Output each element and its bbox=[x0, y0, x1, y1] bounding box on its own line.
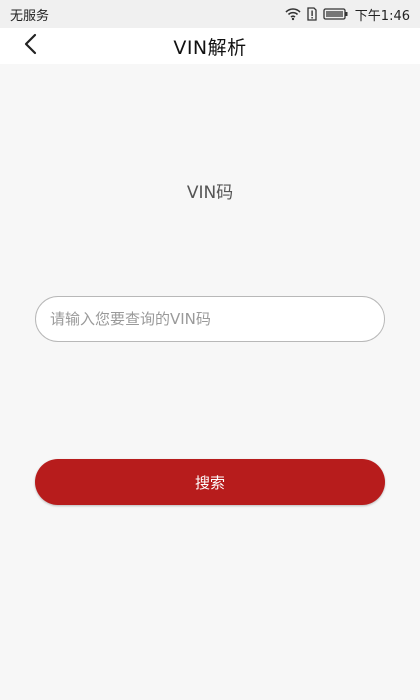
status-time: 下午1:46 bbox=[354, 8, 410, 24]
page-title: VIN解析 bbox=[173, 36, 247, 59]
vin-label: VIN码 bbox=[186, 183, 234, 203]
wifi-icon bbox=[285, 7, 301, 21]
search-button[interactable]: 搜索 bbox=[35, 459, 385, 505]
sim-alert-icon bbox=[307, 7, 317, 21]
status-right: 下午1:46 bbox=[285, 5, 410, 24]
back-button[interactable] bbox=[16, 32, 44, 60]
battery-icon bbox=[323, 7, 349, 21]
vin-input[interactable] bbox=[35, 296, 385, 342]
carrier-text: 无服务 bbox=[10, 8, 50, 24]
chevron-left-icon bbox=[23, 33, 37, 59]
title-bar: VIN解析 bbox=[0, 28, 420, 64]
status-left: 无服务 bbox=[10, 5, 49, 24]
status-bar: 无服务 下午1:46 bbox=[0, 0, 420, 28]
